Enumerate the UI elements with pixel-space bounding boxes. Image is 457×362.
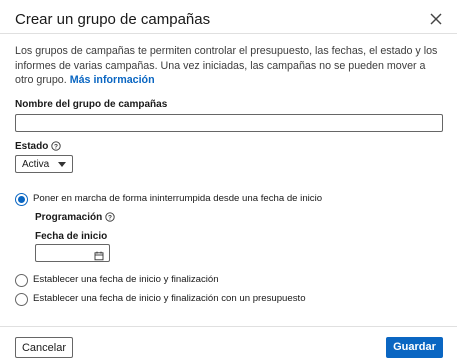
status-selected-value: Activa bbox=[22, 159, 50, 170]
schedule-option-label: Poner en marcha de forma ininterrumpida … bbox=[33, 193, 323, 204]
status-label-row: Estado? bbox=[15, 141, 61, 154]
status-label: Estado bbox=[15, 141, 49, 152]
help-circle-icon[interactable]: ? bbox=[51, 141, 61, 154]
svg-text:?: ? bbox=[108, 214, 112, 221]
start-date-input[interactable] bbox=[35, 244, 110, 262]
radio-checked[interactable] bbox=[15, 193, 28, 206]
svg-text:?: ? bbox=[54, 143, 58, 150]
radio-unchecked[interactable] bbox=[15, 274, 28, 287]
programming-label-row: Programación? bbox=[35, 212, 115, 225]
schedule-option-label: Establecer una fecha de inicio y finaliz… bbox=[33, 274, 219, 285]
programming-label: Programación bbox=[35, 212, 103, 223]
close-icon[interactable] bbox=[427, 10, 445, 28]
cancel-button[interactable]: Cancelar bbox=[15, 337, 73, 358]
help-circle-icon[interactable]: ? bbox=[105, 212, 115, 225]
schedule-option-label: Establecer una fecha de inicio y finaliz… bbox=[33, 293, 306, 304]
radio-unchecked[interactable] bbox=[15, 293, 28, 306]
calendar-icon[interactable] bbox=[94, 248, 104, 266]
modal-header: Crear un grupo de campañas bbox=[15, 10, 445, 32]
modal-title: Crear un grupo de campañas bbox=[15, 11, 211, 28]
create-campaign-group-modal: Crear un grupo de campañas Los grupos de… bbox=[0, 0, 457, 362]
status-select[interactable]: Activa bbox=[15, 155, 73, 173]
modal-description: Los grupos de campañas te permiten contr… bbox=[15, 44, 445, 88]
footer-divider bbox=[0, 326, 457, 327]
save-button[interactable]: Guardar bbox=[386, 337, 443, 358]
header-divider bbox=[0, 33, 457, 34]
start-date-label: Fecha de inicio bbox=[35, 231, 108, 242]
group-name-label: Nombre del grupo de campañas bbox=[15, 99, 168, 110]
chevron-down-icon bbox=[58, 162, 66, 167]
more-info-link[interactable]: Más información bbox=[70, 74, 155, 86]
group-name-input[interactable] bbox=[15, 114, 443, 132]
